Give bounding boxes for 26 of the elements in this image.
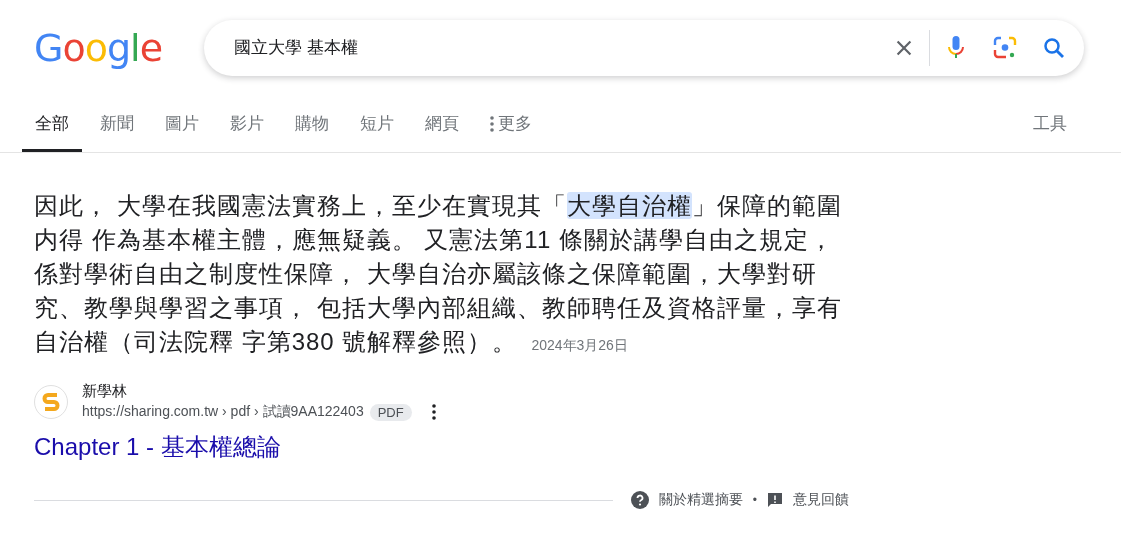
separator-dot: • — [752, 493, 757, 507]
more-icon — [490, 115, 494, 132]
result-url: https://sharing.com.tw › pdf › 試讀9AA122403 — [82, 403, 364, 421]
feedback-icon — [767, 492, 783, 508]
google-logo[interactable]: Google — [34, 25, 204, 70]
date-label: 2024年3月26日 — [531, 337, 628, 353]
search-icon[interactable] — [1042, 35, 1066, 60]
tab[interactable]: 短片 — [347, 95, 407, 152]
camera-icon[interactable] — [992, 34, 1018, 61]
help-icon — [630, 491, 649, 509]
tab[interactable]: 全部 — [22, 95, 82, 152]
more-options-icon[interactable] — [431, 404, 436, 420]
tab[interactable]: 購物 — [282, 95, 342, 152]
site-name: 新學林 — [82, 382, 128, 401]
tab[interactable]: 新聞 — [87, 95, 147, 152]
snippet-text: 因此， 大學在我國憲法實務上，至少在實現其「大學自治權」保障的範圍内得 作為基本權主體，應無疑義。 又憲法第11 條關於講學自由之規定，係對學術自由之制度性保障， 大學自治亦屬該條之保障範圍，大學對研究、教學與學習之事項， 包括大學內部組織、教師聘任及資格評量，享有自治權（司法院釋 字第380 號解釋參照）。 2024年3月26日 — [34, 191, 843, 357]
tab[interactable]: 圖片 — [152, 95, 212, 152]
tools-button[interactable]: 工具 — [1027, 95, 1073, 152]
result-title-link[interactable]: Chapter 1 - 基本權總論 — [34, 431, 281, 463]
file-type-badge: PDF — [369, 403, 412, 421]
feedback-link[interactable]: 意見回饋 — [767, 491, 849, 509]
about-link[interactable]: 關於精選摘要 — [630, 491, 743, 509]
tab[interactable]: 影片 — [217, 95, 277, 152]
search-field[interactable]: 國立大學 基本權 — [232, 36, 879, 59]
tab[interactable]: 網頁 — [412, 95, 472, 152]
tab[interactable]: 更多 — [477, 95, 545, 152]
